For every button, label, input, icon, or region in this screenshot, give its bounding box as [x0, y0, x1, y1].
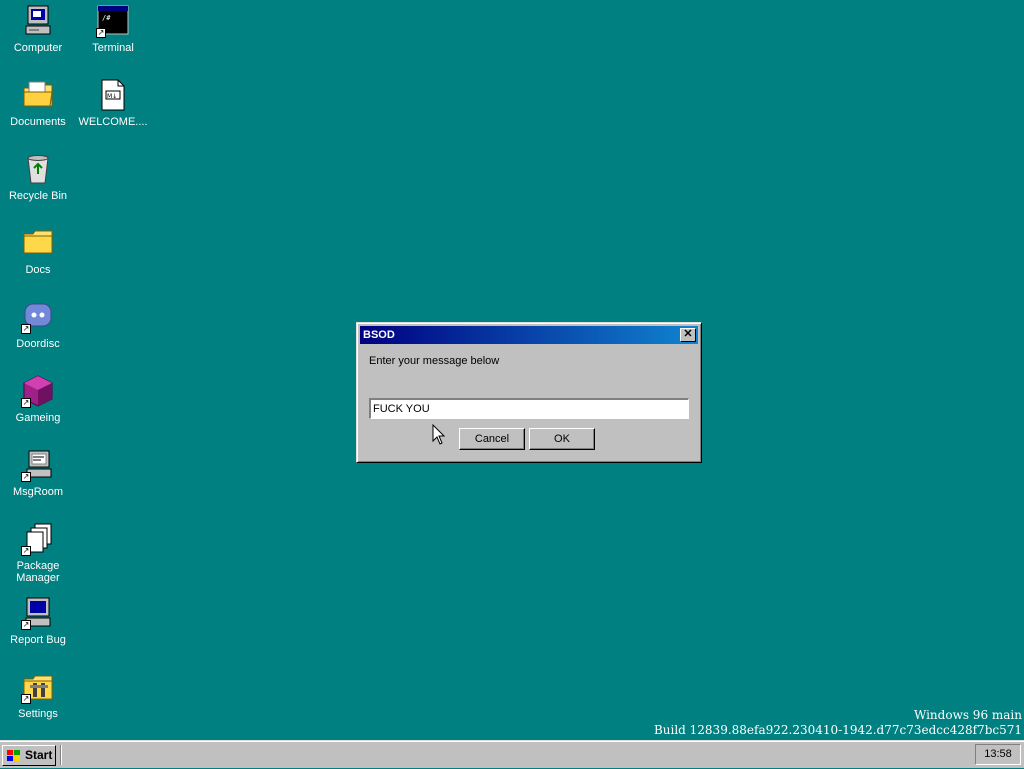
computer-icon [21, 4, 55, 38]
desktop-icon-welcome[interactable]: M↓ WELCOME.... [76, 78, 150, 128]
desktop-icon-label: Settings [18, 708, 58, 720]
svg-text:M↓: M↓ [107, 93, 117, 100]
desktop-icon-label: WELCOME.... [78, 116, 148, 128]
dialog-message: Enter your message below [369, 355, 500, 367]
desktop-icon-label: Gameing [15, 412, 61, 424]
shortcut-arrow-icon: ↗ [21, 398, 31, 408]
desktop-icon-terminal[interactable]: /# ↗ Terminal [76, 4, 150, 54]
folder-icon [21, 226, 55, 260]
desktop-icon-settings[interactable]: ↗ Settings [1, 670, 75, 720]
report-bug-icon: ↗ [21, 596, 55, 630]
desktop-icon-label: Doordisc [16, 338, 60, 350]
desktop-icon-label: Package Manager [16, 560, 60, 584]
desktop-icon-label: Terminal [92, 42, 134, 54]
bsod-dialog: BSOD ✕ Enter your message below Cancel O… [356, 322, 702, 463]
desktop-icon-report-bug[interactable]: ↗ Report Bug [1, 596, 75, 646]
taskbar-separator [60, 745, 62, 765]
settings-icon: ↗ [21, 670, 55, 704]
desktop-icon-recycle-bin[interactable]: Recycle Bin [1, 152, 75, 202]
dialog-titlebar[interactable]: BSOD ✕ [360, 326, 698, 344]
message-input[interactable] [369, 398, 689, 419]
close-button[interactable]: ✕ [680, 328, 696, 342]
desktop-icon-docs[interactable]: Docs [1, 226, 75, 276]
mouse-cursor-icon [432, 423, 446, 449]
shortcut-arrow-icon: ↗ [21, 546, 31, 556]
watermark-line-2: Build 12839.88efa922.230410-1942.d77c73e… [653, 723, 1022, 737]
desktop-icon-label: Computer [13, 42, 63, 54]
desktop-icon-label: Docs [25, 264, 51, 276]
shortcut-arrow-icon: ↗ [21, 694, 31, 704]
desktop-icon-gameing[interactable]: ↗ Gameing [1, 374, 75, 424]
desktop-icon-doordisc[interactable]: ↗ Doordisc [1, 300, 75, 350]
desktop-icon-package-manager[interactable]: ↗ Package Manager [1, 522, 75, 584]
desktop-icon-label: Report Bug [10, 634, 66, 646]
package-manager-icon: ↗ [21, 522, 55, 556]
watermark-line-1: Windows 96 main [913, 708, 1022, 722]
svg-text:/#: /# [102, 14, 111, 22]
build-watermark: Windows 96 main Build 12839.88efa922.230… [654, 708, 1022, 738]
start-button[interactable]: Start [2, 745, 56, 766]
close-icon: ✕ [683, 328, 693, 340]
desktop-icon-label: MsgRoom [12, 486, 64, 498]
markdown-file-icon: M↓ [96, 78, 130, 112]
recycle-bin-icon [21, 152, 55, 186]
start-label: Start [25, 748, 53, 762]
desktop-icon-label: Recycle Bin [8, 190, 68, 202]
msgroom-icon: ↗ [21, 448, 55, 482]
desktop-icon-msgroom[interactable]: ↗ MsgRoom [1, 448, 75, 498]
shortcut-arrow-icon: ↗ [21, 472, 31, 482]
shortcut-arrow-icon: ↗ [21, 620, 31, 630]
cancel-button[interactable]: Cancel [459, 428, 525, 450]
gameing-icon: ↗ [21, 374, 55, 408]
documents-folder-icon [21, 78, 55, 112]
desktop-icon-documents[interactable]: Documents [1, 78, 75, 128]
desktop-icon-label: Documents [10, 116, 66, 128]
doordisc-icon: ↗ [21, 300, 55, 334]
desktop-icon-computer[interactable]: Computer [1, 4, 75, 54]
windows-logo-icon [6, 749, 22, 763]
shortcut-arrow-icon: ↗ [96, 28, 106, 38]
taskbar: Start 13:58 [0, 740, 1024, 768]
system-tray-clock[interactable]: 13:58 [975, 744, 1021, 765]
ok-button[interactable]: OK [529, 428, 595, 450]
dialog-title: BSOD [363, 329, 395, 341]
shortcut-arrow-icon: ↗ [21, 324, 31, 334]
terminal-icon: /# ↗ [96, 4, 130, 38]
